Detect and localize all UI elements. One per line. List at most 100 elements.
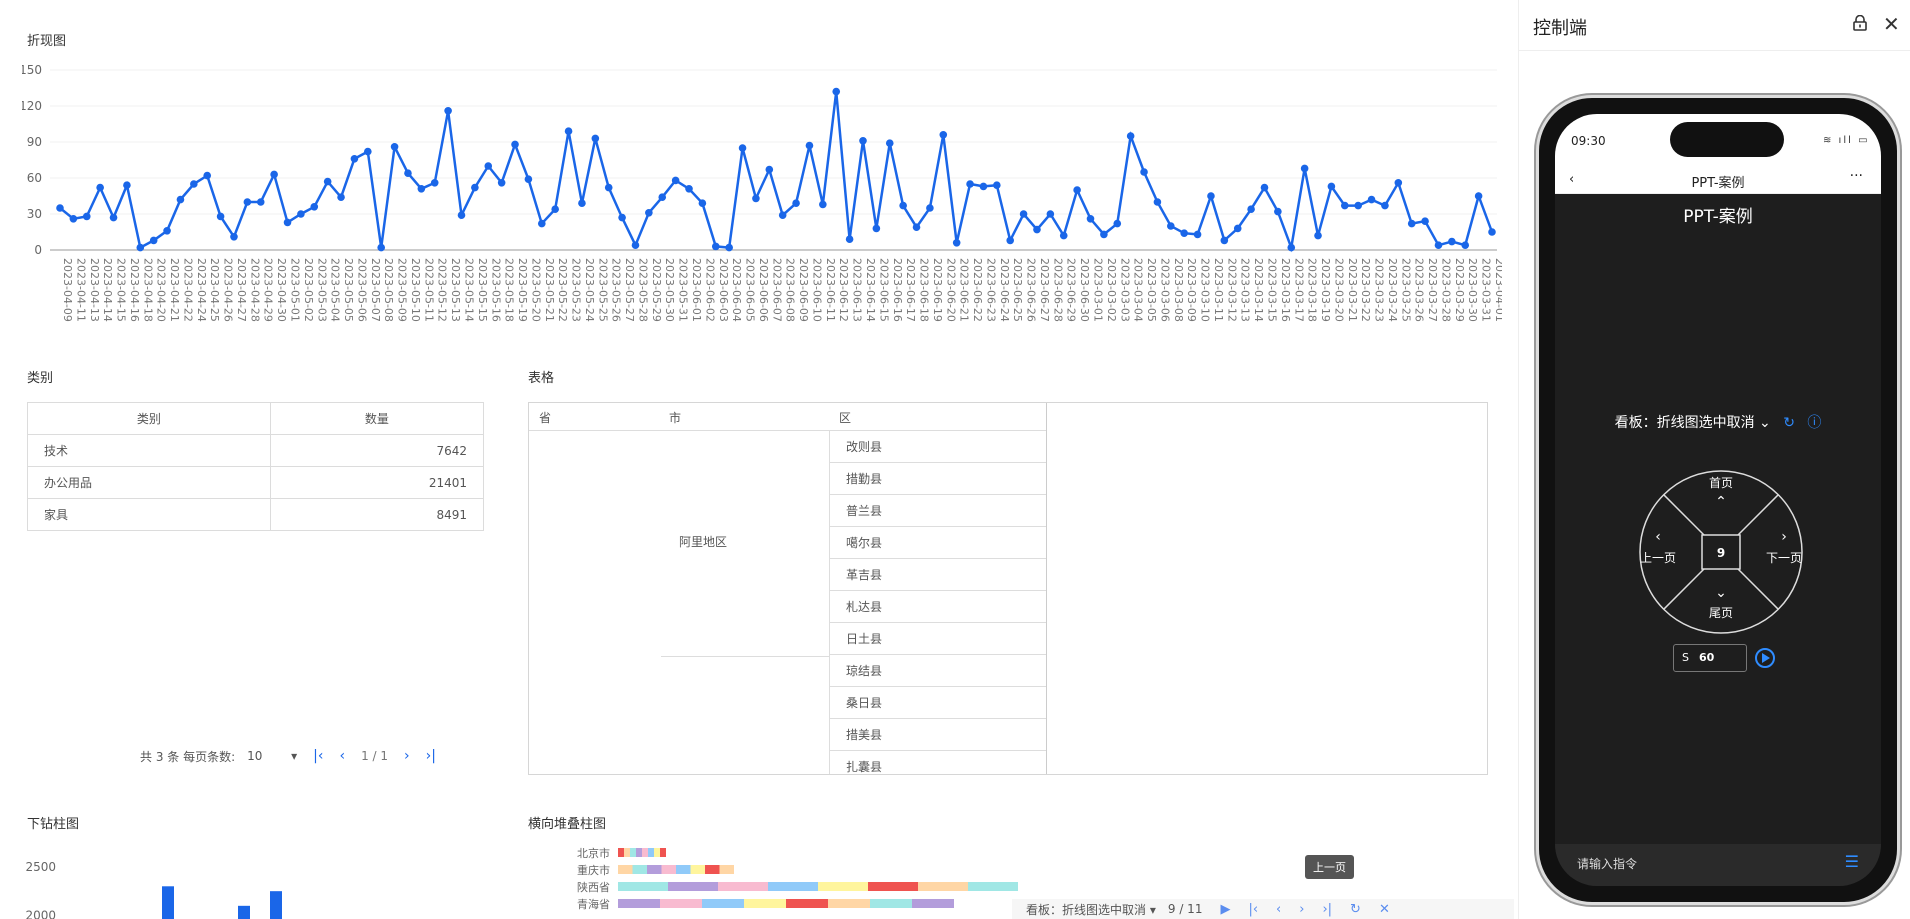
data-point[interactable] <box>1180 229 1188 237</box>
data-point[interactable] <box>203 171 212 180</box>
stack-segment[interactable] <box>828 899 870 908</box>
data-point[interactable] <box>109 213 118 222</box>
data-point[interactable] <box>417 185 426 193</box>
data-point[interactable] <box>270 170 278 179</box>
stack-segment[interactable] <box>968 882 1018 891</box>
stack-segment[interactable] <box>705 865 720 874</box>
last-page-icon[interactable]: ›| <box>1322 902 1332 917</box>
stack-segment[interactable] <box>661 865 677 874</box>
stack-segment[interactable] <box>647 865 662 874</box>
data-point[interactable] <box>631 241 640 249</box>
data-point[interactable] <box>899 201 907 210</box>
stack-segment[interactable] <box>768 882 818 891</box>
play-icon[interactable] <box>1755 648 1775 668</box>
data-point[interactable] <box>1207 192 1215 200</box>
data-point[interactable] <box>1314 231 1322 240</box>
data-point[interactable] <box>390 143 399 151</box>
stack-segment[interactable] <box>632 865 648 874</box>
data-point[interactable] <box>123 181 131 189</box>
data-point[interactable] <box>685 185 693 193</box>
last-page-button[interactable]: 尾页 <box>1709 606 1733 620</box>
data-point[interactable] <box>792 199 800 207</box>
data-point[interactable] <box>1100 230 1108 239</box>
data-point[interactable] <box>511 140 519 149</box>
data-point[interactable] <box>310 203 319 211</box>
data-point[interactable] <box>872 224 881 233</box>
data-point[interactable] <box>484 162 493 170</box>
info-icon[interactable]: ⓘ <box>1807 415 1821 431</box>
table-row[interactable]: 家具 8491 <box>27 498 485 531</box>
data-point[interactable] <box>819 200 827 209</box>
data-point[interactable] <box>698 199 707 207</box>
bar[interactable] <box>238 905 250 919</box>
bar[interactable] <box>162 886 174 919</box>
data-point[interactable] <box>256 198 265 206</box>
data-point[interactable] <box>323 177 332 186</box>
refresh-icon[interactable]: ↻ <box>1783 415 1795 431</box>
data-point[interactable] <box>149 236 158 245</box>
data-point[interactable] <box>1046 210 1055 218</box>
data-point[interactable] <box>1340 201 1349 210</box>
data-point[interactable] <box>1073 186 1081 194</box>
data-point[interactable] <box>1193 230 1202 239</box>
data-point[interactable] <box>1260 183 1269 192</box>
data-point[interactable] <box>591 134 600 143</box>
stack-segment[interactable] <box>660 899 702 908</box>
data-point[interactable] <box>1488 228 1496 236</box>
refresh-icon[interactable]: ↻ <box>1350 902 1361 917</box>
stack-segment[interactable] <box>719 865 735 874</box>
data-point[interactable] <box>82 212 91 221</box>
lock-icon[interactable] <box>1853 15 1867 31</box>
stack-segment[interactable] <box>918 882 968 891</box>
stack-segment[interactable] <box>912 899 954 908</box>
stack-segment[interactable] <box>690 865 706 874</box>
data-point[interactable] <box>1434 241 1443 249</box>
data-point[interactable] <box>1381 201 1389 210</box>
data-point[interactable] <box>430 179 439 187</box>
board-selector[interactable]: 看板：折线图选中取消 ⌄ ↻ ⓘ <box>1555 412 1881 432</box>
first-page-icon[interactable]: |‹ <box>313 748 323 764</box>
data-point[interactable] <box>1354 201 1362 210</box>
stack-segment[interactable] <box>718 882 768 891</box>
data-point[interactable] <box>1033 225 1041 234</box>
stack-segment[interactable] <box>618 899 660 908</box>
line-chart[interactable]: 03060901201502023-04-09 2023-04-11 2023-04… <box>22 55 1502 335</box>
table-row[interactable]: 办公用品 21401 <box>27 466 485 499</box>
data-point[interactable] <box>176 195 185 204</box>
command-bar[interactable]: 请输入指令 ☰ <box>1555 844 1881 886</box>
data-point[interactable] <box>1394 179 1403 187</box>
data-point[interactable] <box>778 211 787 219</box>
data-point[interactable] <box>912 223 921 231</box>
data-point[interactable] <box>805 141 814 150</box>
data-point[interactable] <box>377 243 385 252</box>
data-point[interactable] <box>845 235 854 243</box>
data-point[interactable] <box>1274 207 1282 216</box>
stack-segment[interactable] <box>624 848 630 857</box>
stack-segment[interactable] <box>668 882 718 891</box>
data-point[interactable] <box>69 215 78 223</box>
seconds-input[interactable]: S 60 <box>1673 644 1747 672</box>
data-point[interactable] <box>56 204 64 212</box>
data-point[interactable] <box>1086 215 1095 223</box>
data-point[interactable] <box>618 213 626 222</box>
data-point[interactable] <box>163 227 171 235</box>
data-point[interactable] <box>1474 192 1483 200</box>
data-point[interactable] <box>537 219 546 228</box>
data-point[interactable] <box>993 181 1001 189</box>
data-point[interactable] <box>1153 198 1162 206</box>
data-point[interactable] <box>671 176 680 185</box>
data-point[interactable] <box>578 199 586 207</box>
data-point[interactable] <box>243 198 252 206</box>
stack-segment[interactable] <box>618 865 633 874</box>
last-page-icon[interactable]: ›| <box>426 748 436 764</box>
stack-segment[interactable] <box>702 899 744 908</box>
data-point[interactable] <box>497 179 506 187</box>
data-point[interactable] <box>1220 236 1229 245</box>
data-point[interactable] <box>725 243 733 252</box>
next-page-icon[interactable]: › <box>1299 902 1304 917</box>
data-point[interactable] <box>551 205 559 213</box>
more-icon[interactable]: ··· <box>1850 168 1863 184</box>
data-point[interactable] <box>604 183 613 192</box>
data-point[interactable] <box>966 180 974 188</box>
data-point[interactable] <box>136 243 145 252</box>
